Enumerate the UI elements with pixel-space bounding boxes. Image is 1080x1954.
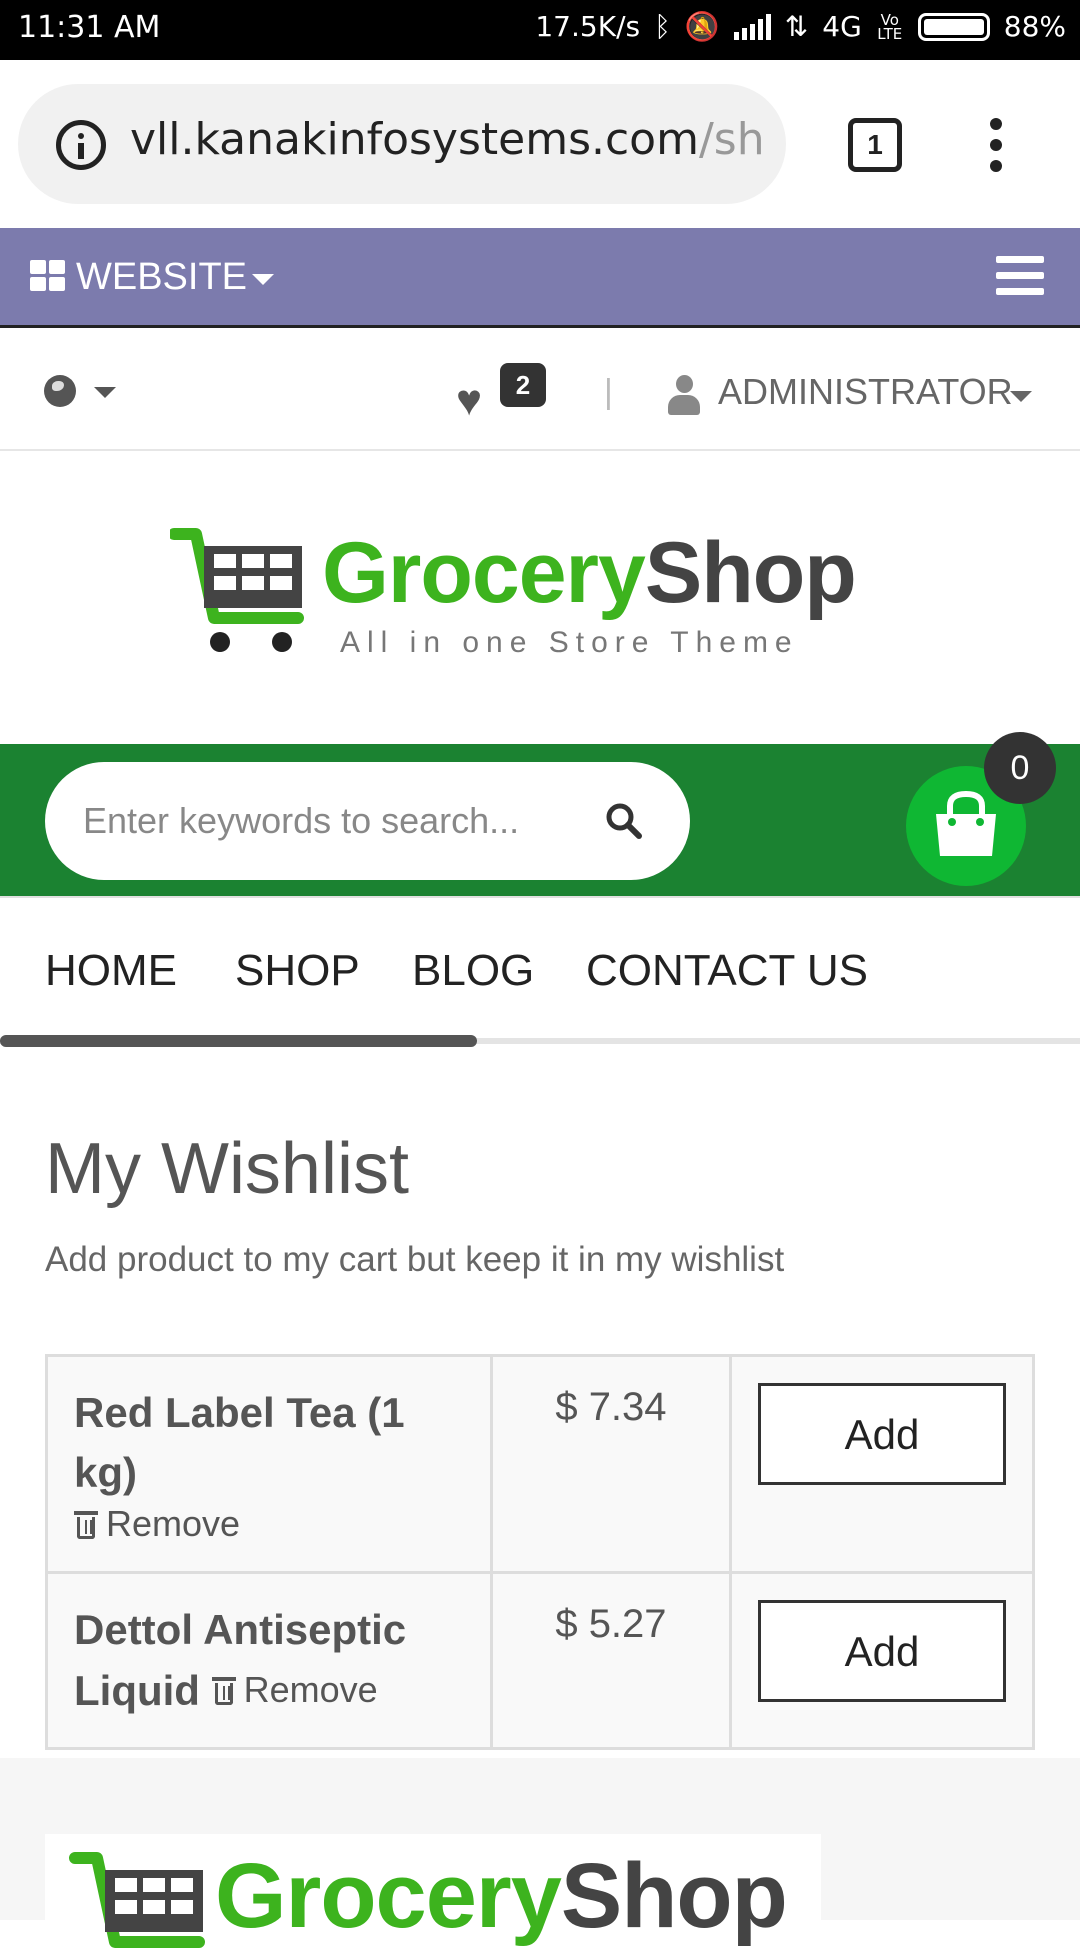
add-to-cart-button[interactable]: Add	[757, 1383, 1006, 1485]
site-logo[interactable]: GroceryShop All in one Store Theme	[170, 520, 890, 670]
main-nav: HOME SHOP BLOG CONTACT US	[0, 896, 1080, 1046]
url-domain: vll.kanakinfosystems.com	[130, 114, 699, 165]
action-cell: Add	[728, 1571, 1036, 1750]
product-price: $ 5.27	[489, 1571, 732, 1750]
language-chevron-icon[interactable]	[94, 387, 116, 398]
cart-logo-icon	[170, 528, 304, 652]
mute-icon: 🔕	[684, 10, 720, 43]
action-cell: Add	[728, 1354, 1036, 1574]
divider: |	[604, 373, 613, 411]
address-bar[interactable]: vll.kanakinfosystems.com/sh	[18, 84, 786, 204]
nav-home[interactable]: HOME	[45, 946, 177, 996]
apps-grid-icon[interactable]	[30, 260, 66, 292]
browser-toolbar: vll.kanakinfosystems.com/sh 1	[0, 60, 1080, 228]
website-menu-button[interactable]: WEBSITE	[76, 256, 247, 299]
page-subtitle: Add product to my cart but keep it in my…	[45, 1240, 785, 1279]
user-icon	[668, 375, 700, 415]
nav-contact-us[interactable]: CONTACT US	[586, 946, 868, 996]
tab-switcher-button[interactable]: 1	[848, 118, 902, 172]
network-type: 4G	[822, 10, 862, 43]
battery-icon	[917, 12, 990, 41]
cart-count-badge: 0	[984, 732, 1056, 804]
wishlist-count-badge[interactable]: 2	[500, 363, 546, 407]
product-name-row: Dettol Antiseptic Liquid Remove	[74, 1600, 464, 1721]
search-icon[interactable]	[603, 800, 645, 842]
browser-menu-icon[interactable]	[986, 118, 1006, 172]
url-text[interactable]: vll.kanakinfosystems.com/sh	[130, 114, 770, 174]
search-box	[45, 762, 690, 880]
page-title: My Wishlist	[45, 1129, 409, 1209]
table-row: Dettol Antiseptic Liquid Remove $ 5.27 A…	[45, 1571, 1036, 1750]
status-time: 11:31 AM	[18, 10, 161, 45]
nav-blog[interactable]: BLOG	[412, 946, 534, 996]
battery-level: 88%	[1003, 10, 1066, 43]
footer: GroceryShop	[0, 1758, 1080, 1954]
heart-icon[interactable]: ♥	[456, 379, 482, 423]
trash-icon	[74, 1509, 98, 1539]
search-bar-section: 0	[0, 732, 1080, 896]
volte-icon: Vo LTE	[877, 10, 903, 43]
remove-button[interactable]: Remove	[74, 1503, 240, 1545]
wishlist-table: Red Label Tea (1 kg) Remove $ 7.34 Add D…	[45, 1354, 1036, 1750]
bluetooth-icon: ᛒ	[654, 10, 671, 43]
hamburger-menu-icon[interactable]	[996, 256, 1044, 296]
trash-icon	[211, 1675, 236, 1705]
user-menu-button[interactable]: ADMINISTRATOR	[718, 371, 1013, 413]
logo-tagline: All in one Store Theme	[340, 626, 799, 659]
utility-row: ♥ 2 | ADMINISTRATOR	[0, 331, 1080, 451]
url-path: /sh	[698, 114, 765, 165]
cart-logo-icon	[69, 1852, 205, 1948]
remove-label: Remove	[243, 1669, 378, 1710]
logo-wordmark: GroceryShop	[322, 525, 857, 621]
product-name[interactable]: Red Label Tea (1 kg)	[74, 1383, 464, 1503]
signal-icon	[733, 13, 771, 40]
nav-shop[interactable]: SHOP	[235, 946, 360, 996]
globe-icon[interactable]	[44, 375, 76, 407]
table-row: Red Label Tea (1 kg) Remove $ 7.34 Add	[45, 1354, 1036, 1574]
footer-logo-wordmark: GroceryShop	[215, 1845, 788, 1947]
info-icon[interactable]	[56, 120, 106, 170]
add-to-cart-button[interactable]: Add	[757, 1600, 1006, 1702]
website-admin-bar: WEBSITE	[0, 228, 1080, 328]
data-arrows-icon: ⇅	[784, 10, 809, 43]
remove-button[interactable]: Remove	[211, 1660, 378, 1720]
status-bar: 11:31 AM 17.5K/s ᛒ 🔕 ⇅ 4G Vo LTE 88%	[0, 0, 1080, 60]
product-cell: Dettol Antiseptic Liquid Remove	[45, 1571, 493, 1750]
footer-logo[interactable]: GroceryShop	[45, 1834, 821, 1954]
user-chevron-icon[interactable]	[1010, 391, 1032, 402]
product-price: $ 7.34	[489, 1354, 732, 1574]
status-icons: 17.5K/s ᛒ 🔕 ⇅ 4G Vo LTE 88%	[535, 10, 1066, 43]
chevron-down-icon[interactable]	[252, 274, 274, 285]
remove-label: Remove	[106, 1503, 241, 1544]
nav-scroll-thumb[interactable]	[0, 1035, 477, 1047]
search-input[interactable]	[81, 796, 561, 846]
product-cell: Red Label Tea (1 kg) Remove	[45, 1354, 493, 1574]
net-speed: 17.5K/s	[535, 10, 641, 43]
